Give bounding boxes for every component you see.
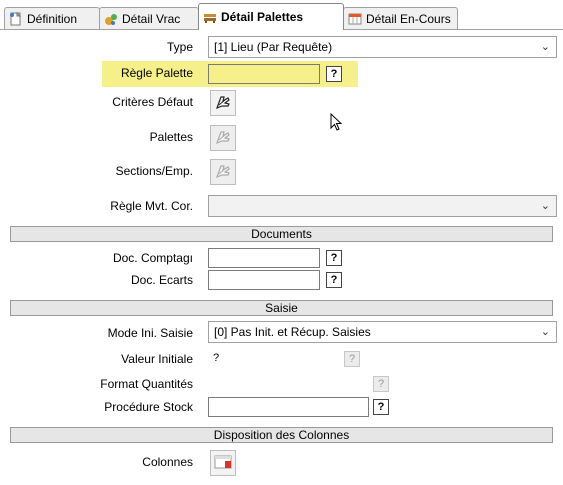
- regle-mvt-label: Règle Mvt. Cor.: [110, 199, 193, 213]
- sections-button[interactable]: [210, 159, 236, 185]
- doc-comptage-help-button[interactable]: ?: [326, 250, 342, 266]
- mouse-cursor-icon: [330, 112, 344, 136]
- procedure-stock-field[interactable]: [208, 397, 369, 417]
- colonnes-label: Colonnes: [142, 455, 193, 469]
- documents-section-header: Documents: [10, 226, 553, 242]
- hand-filter-icon: [214, 162, 232, 183]
- tab-detail-palettes[interactable]: Détail Palettes: [198, 3, 344, 30]
- document-icon: [9, 11, 23, 26]
- tab-strip: Définition Détail Vrac Détail Palettes D…: [0, 0, 563, 30]
- doc-ecarts-field[interactable]: [208, 270, 320, 290]
- tab-definition[interactable]: Définition: [4, 7, 100, 29]
- tab-detail-en-cours[interactable]: Détail En-Cours: [343, 7, 458, 29]
- mode-ini-saisie-select[interactable]: [0] Pas Init. et Récup. Saisies ⌄: [208, 321, 557, 343]
- doc-comptage-field[interactable]: [208, 248, 320, 268]
- disposition-section-header: Disposition des Colonnes: [10, 427, 553, 443]
- tab-label: Détail Palettes: [221, 10, 304, 24]
- format-quantites-help-button[interactable]: ?: [373, 376, 389, 392]
- palettes-button[interactable]: [210, 125, 236, 151]
- valeur-initiale-value: ?: [213, 352, 220, 364]
- mode-ini-saisie-value: [0] Pas Init. et Récup. Saisies: [214, 325, 371, 339]
- bulk-icon: [104, 12, 118, 26]
- type-select[interactable]: [1] Lieu (Par Requête) ⌄: [208, 36, 557, 58]
- regle-palette-help-button[interactable]: ?: [326, 66, 342, 82]
- columns-icon: [214, 453, 232, 474]
- valeur-initiale-help-button[interactable]: ?: [344, 351, 360, 367]
- colonnes-button[interactable]: [210, 450, 236, 476]
- hand-filter-icon: [214, 128, 232, 149]
- chevron-down-icon: ⌄: [540, 326, 550, 338]
- sections-label: Sections/Emp.: [115, 164, 193, 178]
- pallet-icon: [203, 10, 217, 24]
- doc-comptage-label: Doc. Comptagı: [112, 251, 193, 265]
- regle-palette-field[interactable]: [208, 64, 320, 84]
- saisie-section-header: Saisie: [10, 300, 553, 316]
- type-label: Type: [166, 40, 193, 54]
- table-icon: [348, 12, 362, 26]
- tab-label: Détail Vrac: [122, 11, 181, 26]
- type-value: [1] Lieu (Par Requête): [214, 40, 333, 54]
- tab-detail-vrac[interactable]: Détail Vrac: [99, 7, 199, 29]
- doc-ecarts-label: Doc. Ecarts: [130, 273, 193, 287]
- criteres-defaut-button[interactable]: [210, 90, 236, 116]
- procedure-stock-help-button[interactable]: ?: [373, 399, 389, 415]
- chevron-down-icon: ⌄: [540, 41, 550, 53]
- format-quantites-label: Format Quantités: [100, 377, 193, 391]
- hand-filter-icon: [214, 93, 232, 114]
- regle-palette-label: Règle Palette: [120, 66, 193, 80]
- mode-ini-saisie-label: Mode Ini. Saisie: [107, 326, 193, 340]
- chevron-down-icon: ⌄: [540, 200, 550, 212]
- tab-label: Détail En-Cours: [366, 11, 451, 26]
- criteres-defaut-label: Critères Défaut: [112, 95, 193, 109]
- doc-ecarts-help-button[interactable]: ?: [326, 272, 342, 288]
- tab-label: Définition: [27, 11, 78, 26]
- regle-mvt-select[interactable]: ⌄: [208, 195, 557, 217]
- procedure-stock-label: Procédure Stock: [104, 400, 193, 414]
- palettes-label: Palettes: [149, 130, 193, 144]
- valeur-initiale-label: Valeur Initiale: [121, 352, 193, 366]
